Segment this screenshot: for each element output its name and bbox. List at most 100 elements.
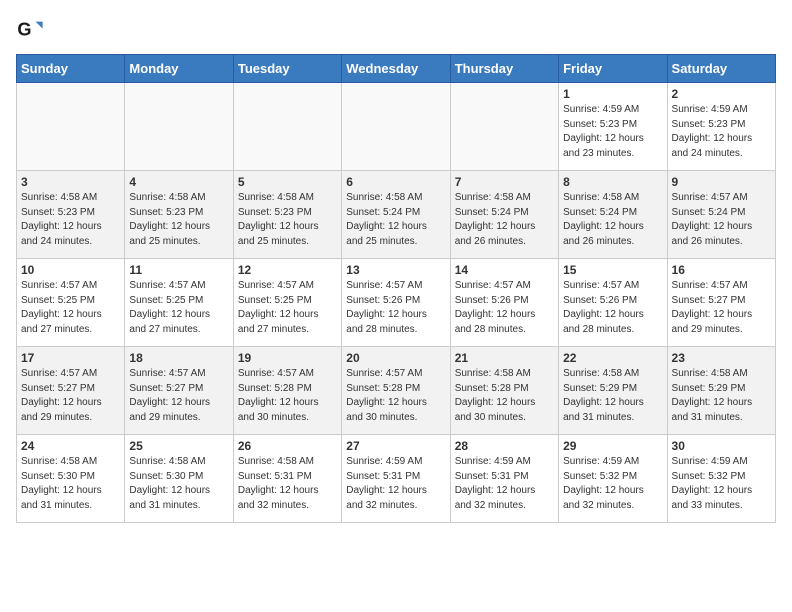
day-info: Sunrise: 4:57 AM Sunset: 5:28 PM Dayligh… — [238, 367, 337, 425]
calendar-week-2: 3 Sunrise: 4:58 AM Sunset: 5:23 PM Daylig… — [17, 171, 776, 259]
day-info: Sunrise: 4:59 AM Sunset: 5:31 PM Dayligh… — [346, 455, 445, 513]
svg-text:G: G — [17, 20, 31, 40]
calendar-cell: 30 Sunrise: 4:59 AM Sunset: 5:32 PM Dayli… — [667, 435, 775, 523]
day-info: Sunrise: 4:57 AM Sunset: 5:24 PM Dayligh… — [672, 191, 771, 249]
day-number: 19 — [238, 351, 337, 365]
day-number: 15 — [563, 263, 662, 277]
calendar-week-5: 24 Sunrise: 4:58 AM Sunset: 5:30 PM Dayli… — [17, 435, 776, 523]
calendar-cell: 3 Sunrise: 4:58 AM Sunset: 5:23 PM Daylig… — [17, 171, 125, 259]
day-number: 10 — [21, 263, 120, 277]
day-info: Sunrise: 4:57 AM Sunset: 5:25 PM Dayligh… — [21, 279, 120, 337]
calendar-cell: 8Sunrise: 4:58 AM Sunset: 5:24 PM Daylig… — [559, 171, 667, 259]
calendar-cell: 4 Sunrise: 4:58 AM Sunset: 5:23 PM Daylig… — [125, 171, 233, 259]
day-number: 6 — [346, 175, 445, 189]
calendar-cell — [233, 83, 341, 171]
day-number: 16 — [672, 263, 771, 277]
calendar-cell: 5 Sunrise: 4:58 AM Sunset: 5:23 PM Daylig… — [233, 171, 341, 259]
day-number: 22 — [563, 351, 662, 365]
day-info: Sunrise: 4:58 AM Sunset: 5:31 PM Dayligh… — [238, 455, 337, 513]
day-info: Sunrise: 4:58 AM Sunset: 5:28 PM Dayligh… — [455, 367, 554, 425]
calendar-cell: 28 Sunrise: 4:59 AM Sunset: 5:31 PM Dayli… — [450, 435, 558, 523]
day-info: Sunrise: 4:59 AM Sunset: 5:32 PM Dayligh… — [672, 455, 771, 513]
logo-icon: G — [16, 16, 44, 44]
day-info: Sunrise: 4:57 AM Sunset: 5:26 PM Dayligh… — [346, 279, 445, 337]
day-info: Sunrise: 4:58 AM Sunset: 5:30 PM Dayligh… — [129, 455, 228, 513]
day-number: 14 — [455, 263, 554, 277]
day-number: 12 — [238, 263, 337, 277]
header-monday: Monday — [125, 55, 233, 83]
day-info: Sunrise: 4:57 AM Sunset: 5:27 PM Dayligh… — [672, 279, 771, 337]
header-saturday: Saturday — [667, 55, 775, 83]
header-tuesday: Tuesday — [233, 55, 341, 83]
day-number: 28 — [455, 439, 554, 453]
day-info: Sunrise: 4:57 AM Sunset: 5:26 PM Dayligh… — [455, 279, 554, 337]
day-info: Sunrise: 4:57 AM Sunset: 5:28 PM Dayligh… — [346, 367, 445, 425]
calendar-cell: 29 Sunrise: 4:59 AM Sunset: 5:32 PM Dayli… — [559, 435, 667, 523]
calendar-cell: 13 Sunrise: 4:57 AM Sunset: 5:26 PM Dayli… — [342, 259, 450, 347]
calendar-cell: 10 Sunrise: 4:57 AM Sunset: 5:25 PM Dayli… — [17, 259, 125, 347]
day-number: 2 — [672, 87, 771, 101]
calendar-table: SundayMondayTuesdayWednesdayThursdayFrid… — [16, 54, 776, 523]
header-sunday: Sunday — [17, 55, 125, 83]
calendar-cell — [450, 83, 558, 171]
day-number: 21 — [455, 351, 554, 365]
day-number: 23 — [672, 351, 771, 365]
calendar-cell: 20 Sunrise: 4:57 AM Sunset: 5:28 PM Dayli… — [342, 347, 450, 435]
day-number: 4 — [129, 175, 228, 189]
calendar-cell: 26Sunrise: 4:58 AM Sunset: 5:31 PM Dayli… — [233, 435, 341, 523]
calendar-cell: 11Sunrise: 4:57 AM Sunset: 5:25 PM Dayli… — [125, 259, 233, 347]
day-number: 8 — [563, 175, 662, 189]
calendar-cell: 15Sunrise: 4:57 AM Sunset: 5:26 PM Dayli… — [559, 259, 667, 347]
calendar-cell: 6 Sunrise: 4:58 AM Sunset: 5:24 PM Daylig… — [342, 171, 450, 259]
day-number: 9 — [672, 175, 771, 189]
day-info: Sunrise: 4:58 AM Sunset: 5:23 PM Dayligh… — [21, 191, 120, 249]
day-number: 3 — [21, 175, 120, 189]
calendar-cell: 7Sunrise: 4:58 AM Sunset: 5:24 PM Daylig… — [450, 171, 558, 259]
calendar-cell: 17 Sunrise: 4:57 AM Sunset: 5:27 PM Dayli… — [17, 347, 125, 435]
calendar-cell: 24 Sunrise: 4:58 AM Sunset: 5:30 PM Dayli… — [17, 435, 125, 523]
day-number: 29 — [563, 439, 662, 453]
day-number: 17 — [21, 351, 120, 365]
day-info: Sunrise: 4:57 AM Sunset: 5:25 PM Dayligh… — [238, 279, 337, 337]
day-info: Sunrise: 4:58 AM Sunset: 5:23 PM Dayligh… — [129, 191, 228, 249]
calendar-cell — [125, 83, 233, 171]
calendar-cell: 21 Sunrise: 4:58 AM Sunset: 5:28 PM Dayli… — [450, 347, 558, 435]
day-info: Sunrise: 4:57 AM Sunset: 5:25 PM Dayligh… — [129, 279, 228, 337]
day-info: Sunrise: 4:58 AM Sunset: 5:29 PM Dayligh… — [563, 367, 662, 425]
calendar-cell: 12 Sunrise: 4:57 AM Sunset: 5:25 PM Dayli… — [233, 259, 341, 347]
day-number: 20 — [346, 351, 445, 365]
day-info: Sunrise: 4:58 AM Sunset: 5:24 PM Dayligh… — [455, 191, 554, 249]
day-info: Sunrise: 4:59 AM Sunset: 5:31 PM Dayligh… — [455, 455, 554, 513]
day-info: Sunrise: 4:58 AM Sunset: 5:24 PM Dayligh… — [346, 191, 445, 249]
day-number: 27 — [346, 439, 445, 453]
calendar-week-3: 10 Sunrise: 4:57 AM Sunset: 5:25 PM Dayli… — [17, 259, 776, 347]
day-number: 18 — [129, 351, 228, 365]
day-number: 13 — [346, 263, 445, 277]
day-number: 1 — [563, 87, 662, 101]
calendar-cell: 27 Sunrise: 4:59 AM Sunset: 5:31 PM Dayli… — [342, 435, 450, 523]
day-info: Sunrise: 4:59 AM Sunset: 5:32 PM Dayligh… — [563, 455, 662, 513]
calendar-cell — [17, 83, 125, 171]
calendar-cell — [342, 83, 450, 171]
day-number: 30 — [672, 439, 771, 453]
day-number: 5 — [238, 175, 337, 189]
header-friday: Friday — [559, 55, 667, 83]
day-info: Sunrise: 4:59 AM Sunset: 5:23 PM Dayligh… — [563, 103, 662, 161]
calendar-header-row: SundayMondayTuesdayWednesdayThursdayFrid… — [17, 55, 776, 83]
day-info: Sunrise: 4:58 AM Sunset: 5:23 PM Dayligh… — [238, 191, 337, 249]
calendar-cell: 2 Sunrise: 4:59 AM Sunset: 5:23 PM Daylig… — [667, 83, 775, 171]
day-info: Sunrise: 4:58 AM Sunset: 5:29 PM Dayligh… — [672, 367, 771, 425]
header-thursday: Thursday — [450, 55, 558, 83]
day-info: Sunrise: 4:59 AM Sunset: 5:23 PM Dayligh… — [672, 103, 771, 161]
day-number: 25 — [129, 439, 228, 453]
day-info: Sunrise: 4:57 AM Sunset: 5:27 PM Dayligh… — [21, 367, 120, 425]
page-header: G — [16, 16, 776, 44]
day-info: Sunrise: 4:58 AM Sunset: 5:30 PM Dayligh… — [21, 455, 120, 513]
calendar-cell: 18Sunrise: 4:57 AM Sunset: 5:27 PM Dayli… — [125, 347, 233, 435]
day-number: 24 — [21, 439, 120, 453]
calendar-cell: 23 Sunrise: 4:58 AM Sunset: 5:29 PM Dayli… — [667, 347, 775, 435]
calendar-cell: 16 Sunrise: 4:57 AM Sunset: 5:27 PM Dayli… — [667, 259, 775, 347]
calendar-cell: 1 Sunrise: 4:59 AM Sunset: 5:23 PM Daylig… — [559, 83, 667, 171]
header-wednesday: Wednesday — [342, 55, 450, 83]
logo: G — [16, 16, 48, 44]
